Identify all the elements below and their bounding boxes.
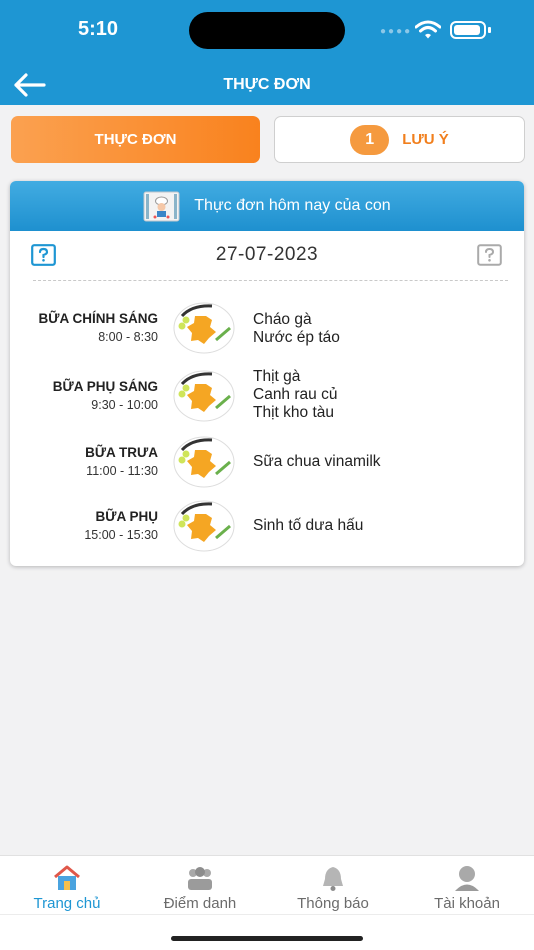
nav-label-account: Tài khoản (434, 895, 500, 912)
tab-notes[interactable]: 1 LƯU Ý (274, 116, 525, 163)
app-header: 5:10 ●●●● THỰC ĐƠN (0, 0, 534, 105)
nav-label-notifications: Thông báo (297, 895, 369, 912)
dish-item: Canh rau củ (253, 386, 338, 403)
tab-menu-label: THỰC ĐƠN (94, 131, 177, 148)
meal-row: BỮA PHỤ SÁNG 9:30 - 10:00 Thịt gà Canh r… (10, 366, 524, 426)
meal-name: BỮA PHỤ SÁNG (52, 379, 158, 394)
dish-item: Cháo gà (253, 311, 312, 328)
nav-item-attendance[interactable]: Điểm danh (133, 864, 267, 912)
dish-item: Sữa chua vinamilk (253, 453, 381, 470)
meal-time: 15:00 - 15:30 (84, 528, 158, 542)
menu-card: Thực đơn hôm nay của con 27-07-2023 BỮA … (10, 181, 524, 566)
attendance-icon (188, 867, 212, 890)
food-plate-icon (173, 370, 235, 422)
nav-item-notifications[interactable]: Thông báo (266, 864, 400, 912)
nav-label-attendance: Điểm danh (163, 895, 237, 912)
menu-book-icon (143, 191, 180, 221)
bell-icon (323, 867, 343, 891)
menu-date: 27-07-2023 (215, 244, 319, 265)
home-icon (54, 865, 80, 890)
meal-row: BỮA TRƯA 11:00 - 11:30 Sữa chua vinamilk (10, 433, 524, 493)
food-plate-icon (173, 302, 235, 354)
wifi-icon (415, 20, 441, 39)
dish-item: Sinh tố dưa hấu (253, 517, 364, 534)
meal-time: 8:00 - 8:30 (98, 330, 158, 344)
meal-row: BỮA PHỤ 15:00 - 15:30 Sinh tố dưa hấu (10, 497, 524, 557)
nav-divider (0, 914, 534, 915)
card-header: Thực đơn hôm nay của con (10, 181, 524, 231)
tab-menu[interactable]: THỰC ĐƠN (11, 116, 260, 163)
divider (33, 280, 508, 281)
nav-item-account[interactable]: Tài khoản (400, 864, 534, 912)
signal-icon: ●●●● (380, 26, 413, 37)
home-indicator[interactable] (171, 936, 363, 941)
meal-time: 9:30 - 10:00 (91, 398, 158, 412)
camera-notch (189, 12, 345, 49)
dish-item: Thịt kho tàu (253, 404, 334, 421)
food-plate-icon (173, 500, 235, 552)
meal-name: BỮA TRƯA (85, 445, 158, 460)
page-title: THỰC ĐƠN (223, 76, 311, 93)
tab-notes-label: LƯU Ý (402, 131, 449, 148)
account-icon (455, 866, 479, 891)
status-time: 5:10 (78, 18, 119, 40)
meal-time: 11:00 - 11:30 (86, 464, 158, 478)
battery-tip (488, 27, 491, 33)
help-icon-gray[interactable] (477, 244, 502, 266)
notes-count-badge: 1 (350, 124, 390, 155)
dish-item: Nước ép táo (253, 329, 340, 346)
meal-name: BỮA PHỤ (95, 509, 158, 524)
meal-name: BỮA CHÍNH SÁNG (38, 311, 158, 326)
food-plate-icon (173, 436, 235, 488)
meal-row: BỮA CHÍNH SÁNG 8:00 - 8:30 Cháo gà Nước … (10, 299, 524, 359)
battery-icon (450, 21, 486, 39)
dish-item: Thịt gà (253, 368, 301, 385)
nav-label-home: Trang chủ (33, 895, 101, 912)
nav-item-home[interactable]: Trang chủ (0, 864, 134, 912)
card-heading: Thực đơn hôm nay của con (194, 197, 391, 214)
